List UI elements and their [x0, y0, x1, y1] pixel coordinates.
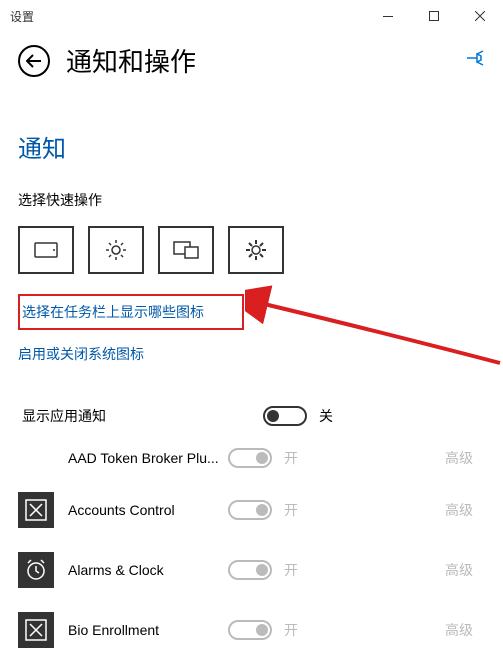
master-toggle-row: 显示应用通知 关 — [18, 396, 485, 436]
header-left: 通知和操作 — [18, 42, 196, 79]
app-row: Bio Enrollment 开 高级 — [18, 600, 485, 660]
pin-icon[interactable] — [465, 50, 485, 71]
app-toggle[interactable] — [228, 620, 272, 640]
app-row: Alarms & Clock 开 高级 — [18, 540, 485, 600]
master-toggle-state: 关 — [319, 406, 359, 426]
app-name-label: AAD Token Broker Plu... — [68, 450, 228, 466]
app-name-label: Alarms & Clock — [68, 562, 228, 578]
quick-action-brightness[interactable] — [88, 226, 144, 274]
app-name-label: Accounts Control — [68, 502, 228, 518]
app-name-label: Bio Enrollment — [68, 622, 228, 638]
app-toggle-state: 开 — [284, 560, 324, 580]
header: 通知和操作 — [0, 32, 503, 93]
back-button[interactable] — [18, 45, 50, 77]
advanced-link[interactable]: 高级 — [445, 560, 485, 580]
app-icon — [18, 552, 54, 588]
quick-actions — [18, 226, 485, 274]
master-toggle[interactable] — [263, 406, 307, 426]
section-heading: 通知 — [18, 129, 485, 164]
taskbar-icons-link[interactable]: 选择在任务栏上显示哪些图标 — [20, 302, 204, 322]
quick-actions-label: 选择快速操作 — [18, 190, 485, 210]
quick-action-tablet[interactable] — [18, 226, 74, 274]
app-icon — [18, 492, 54, 528]
app-toggle[interactable] — [228, 560, 272, 580]
maximize-button[interactable] — [411, 0, 457, 32]
titlebar: 设置 — [0, 0, 503, 32]
app-icon — [18, 612, 54, 648]
master-toggle-label: 显示应用通知 — [18, 406, 263, 426]
app-row: AAD Token Broker Plu... 开 高级 — [18, 436, 485, 480]
app-toggle-state: 开 — [284, 500, 324, 520]
advanced-link[interactable]: 高级 — [445, 448, 485, 468]
advanced-link[interactable]: 高级 — [445, 500, 485, 520]
titlebar-controls — [365, 0, 503, 32]
minimize-button[interactable] — [365, 0, 411, 32]
app-toggle-state: 开 — [284, 620, 324, 640]
page-title: 通知和操作 — [66, 42, 196, 79]
window-title: 设置 — [10, 8, 34, 25]
content: 通知 选择快速操作 选择在任务栏上显示哪些图标 启用或关闭系统图标 显示应用通知… — [0, 93, 503, 660]
app-row: Accounts Control 开 高级 — [18, 480, 485, 540]
advanced-link[interactable]: 高级 — [445, 620, 485, 640]
link-highlight-box: 选择在任务栏上显示哪些图标 — [18, 294, 244, 330]
app-toggle-state: 开 — [284, 448, 324, 468]
close-button[interactable] — [457, 0, 503, 32]
quick-action-connect[interactable] — [158, 226, 214, 274]
quick-action-settings[interactable] — [228, 226, 284, 274]
app-toggle[interactable] — [228, 500, 272, 520]
system-icons-link[interactable]: 启用或关闭系统图标 — [18, 344, 144, 364]
app-toggle[interactable] — [228, 448, 272, 468]
